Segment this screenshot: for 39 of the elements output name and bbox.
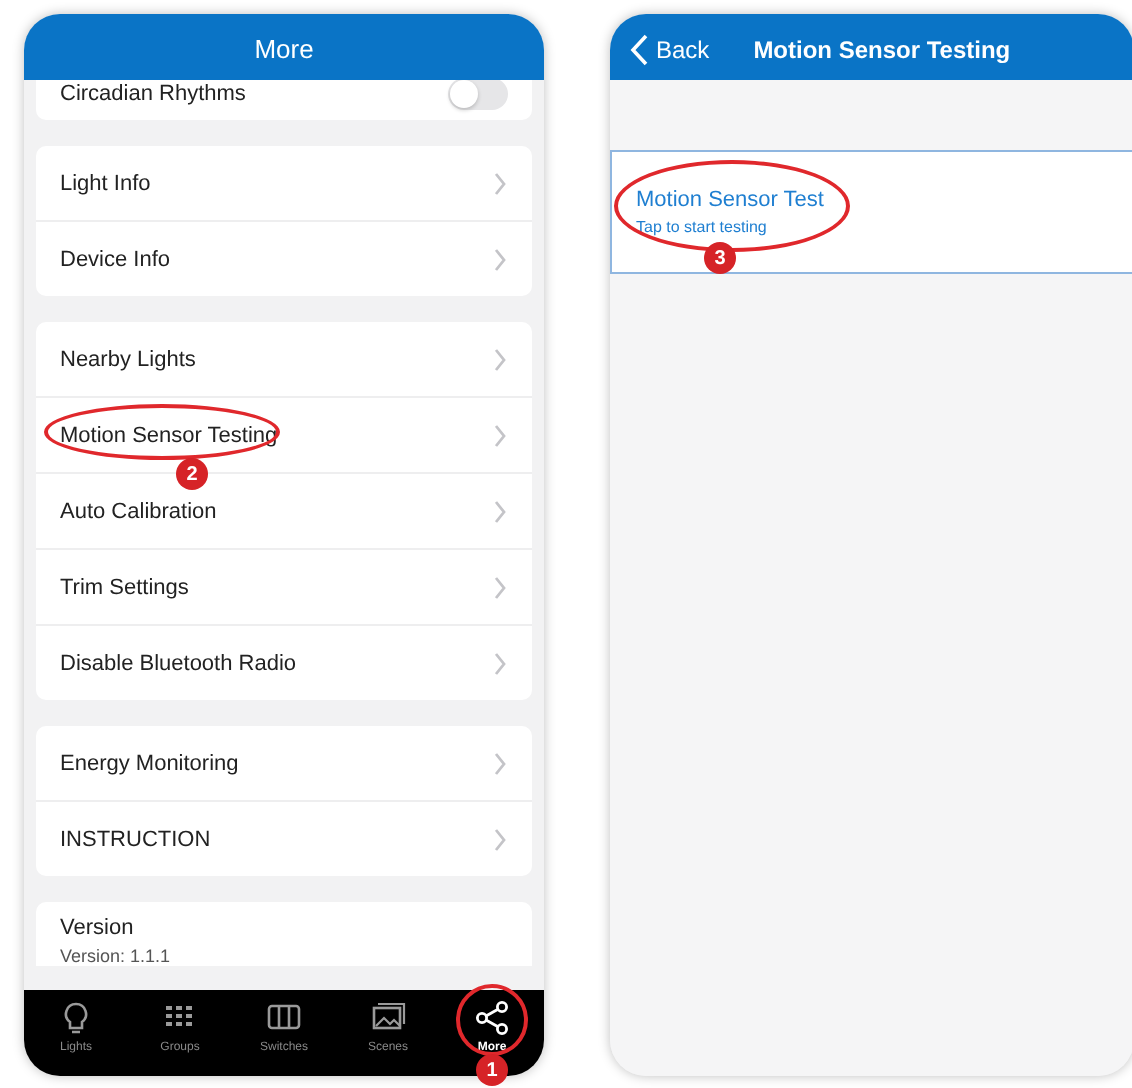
chevron-icon bbox=[492, 651, 508, 675]
row-label: Version bbox=[60, 915, 136, 939]
back-button[interactable]: Back bbox=[630, 34, 710, 66]
settings-row[interactable]: Nearby Lights bbox=[36, 322, 532, 398]
screen-title: Motion Sensor Testing bbox=[753, 36, 1011, 64]
chevron-icon bbox=[492, 247, 508, 271]
settings-row[interactable]: INSTRUCTION bbox=[36, 802, 532, 876]
settings-row[interactable]: Device Info bbox=[36, 222, 532, 296]
row-label: INSTRUCTION bbox=[60, 827, 211, 851]
cell-subtitle: Tap to start testing bbox=[636, 218, 769, 236]
chevron-icon bbox=[492, 423, 508, 447]
screen-title: More bbox=[24, 14, 544, 80]
row-label: Circadian Rhythms bbox=[60, 82, 246, 106]
chevron-icon bbox=[492, 171, 508, 195]
settings-row[interactable]: Version Version: 1.1.1 bbox=[36, 902, 532, 966]
back-chevron-icon bbox=[630, 34, 648, 66]
settings-row[interactable]: Disable Bluetooth Radio bbox=[36, 626, 532, 700]
chevron-icon bbox=[492, 751, 508, 775]
row-label: Motion Sensor Testing bbox=[60, 423, 278, 447]
toggle-switch[interactable] bbox=[448, 80, 508, 110]
settings-row[interactable]: Light Info bbox=[36, 146, 532, 222]
share-icon bbox=[474, 1000, 510, 1036]
row-label: Auto Calibration bbox=[60, 499, 217, 523]
row-label: Energy Monitoring bbox=[60, 751, 239, 775]
chevron-icon bbox=[492, 347, 508, 371]
row-label: Nearby Lights bbox=[60, 347, 196, 371]
chevron-icon bbox=[492, 499, 508, 523]
row-label: Trim Settings bbox=[60, 575, 189, 599]
row-label: Disable Bluetooth Radio bbox=[60, 651, 297, 675]
chevron-icon bbox=[492, 827, 508, 851]
cell-title: Motion Sensor Test bbox=[636, 188, 826, 212]
row-label: Light Info bbox=[60, 171, 151, 195]
settings-row[interactable]: Energy Monitoring bbox=[36, 726, 532, 802]
row-label: Device Info bbox=[60, 247, 171, 271]
step-number-badge: 1 bbox=[476, 1054, 508, 1086]
chevron-icon bbox=[492, 575, 508, 599]
settings-row[interactable]: Circadian Rhythms bbox=[36, 80, 532, 120]
version-text: Version: 1.1.1 bbox=[60, 945, 171, 965]
settings-row[interactable]: Trim Settings bbox=[36, 550, 532, 626]
